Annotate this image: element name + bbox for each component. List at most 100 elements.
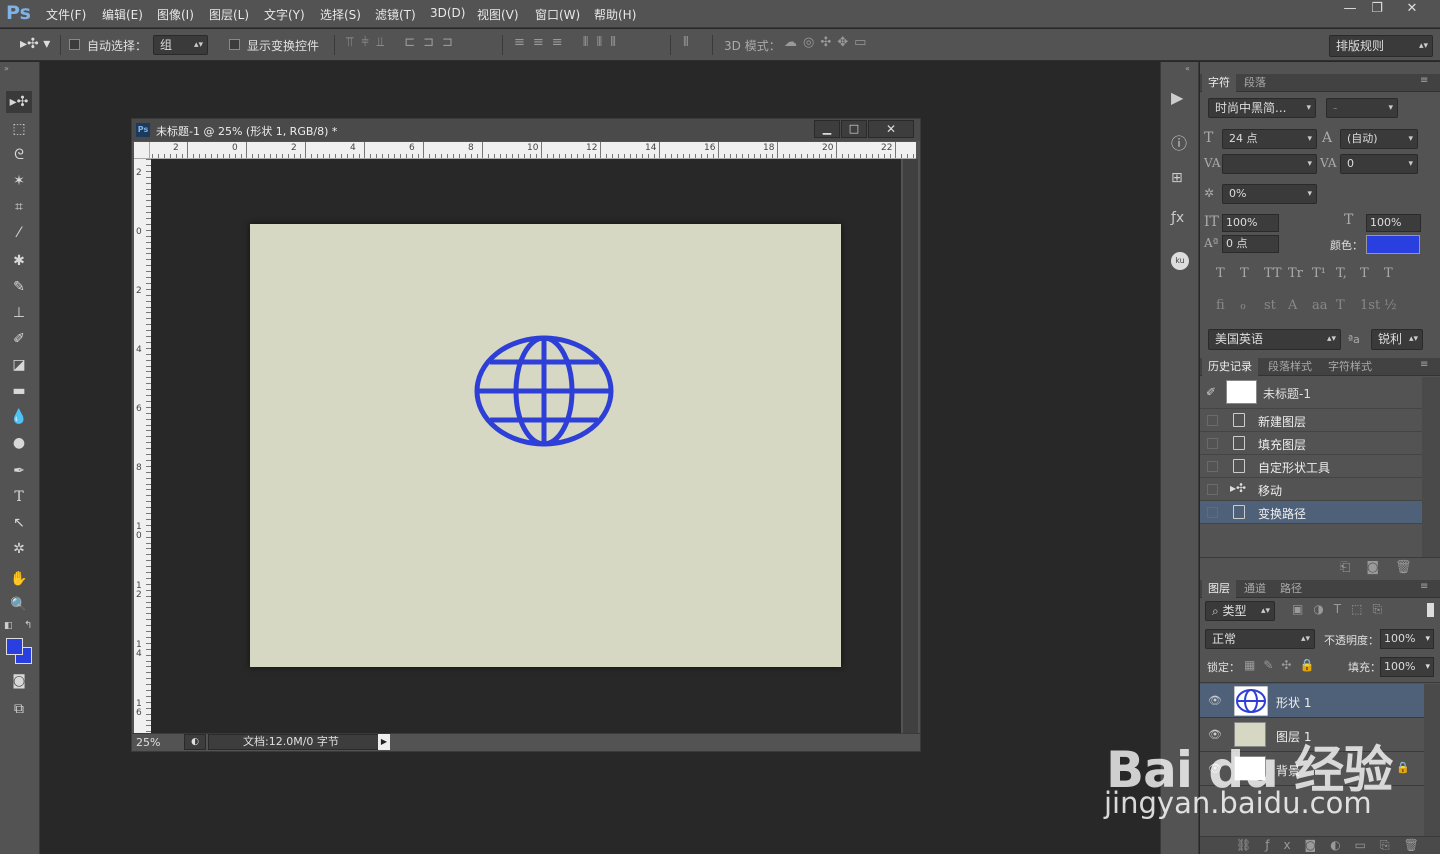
tab-paragraph-styles[interactable]: 段落样式 <box>1262 358 1318 376</box>
tab-history[interactable]: 历史记录 <box>1202 358 1258 376</box>
history-brush-icon[interactable]: ✐ <box>6 328 32 350</box>
share-icon[interactable]: ◐ <box>184 734 206 750</box>
menu-item-2[interactable]: 图像(I) <box>157 6 194 23</box>
dodge-tool-icon[interactable]: ● <box>6 432 32 454</box>
layer-filter-icons[interactable]: ▣◑T⬚⎘ <box>1292 602 1392 617</box>
history-item[interactable]: ▸✣ 移动 <box>1200 478 1422 501</box>
history-item[interactable]: 新建图层 <box>1200 409 1422 432</box>
menu-item-9[interactable]: 窗口(W) <box>535 6 580 23</box>
text-style-button-0[interactable]: T <box>1216 266 1225 281</box>
panel-menu-icon[interactable]: ≡ <box>1420 75 1428 86</box>
text-style-button-6[interactable]: T <box>1360 266 1369 281</box>
path-selection-icon[interactable]: ↖ <box>6 512 32 534</box>
text-style-button-5[interactable]: T, <box>1336 266 1347 281</box>
doc-close-button[interactable]: ✕ <box>868 120 914 138</box>
vertical-scale-input[interactable]: 100% <box>1222 214 1279 232</box>
document-canvas[interactable] <box>250 224 841 667</box>
styles-fx-icon[interactable]: ƒx <box>1171 210 1184 226</box>
auto-select-dropdown[interactable]: 组 ▴▾ <box>153 35 208 55</box>
status-menu-arrow-icon[interactable]: ▶ <box>378 734 390 750</box>
text-style-button-3[interactable]: Tr <box>1288 266 1303 281</box>
history-scrollbar[interactable] <box>1422 377 1440 557</box>
history-item[interactable]: 变换路径 <box>1200 501 1422 524</box>
font-style-dropdown[interactable]: - ▾ <box>1326 98 1398 118</box>
pen-tool-icon[interactable]: ✒ <box>6 460 32 482</box>
antialias-dropdown[interactable]: 锐利 ▴▾ <box>1371 329 1423 350</box>
collapse-dock-icon[interactable]: « <box>1185 64 1190 73</box>
history-item[interactable]: 自定形状工具 <box>1200 455 1422 478</box>
collapse-toolbar-icon[interactable]: » <box>4 64 9 73</box>
actions-play-icon[interactable]: ▶ <box>1171 88 1183 107</box>
menu-item-7[interactable]: 3D(D) <box>430 6 465 20</box>
magic-wand-icon[interactable]: ✶ <box>6 170 32 192</box>
close-button[interactable]: ✕ <box>1397 0 1427 18</box>
visibility-eye-icon[interactable]: 👁 <box>1208 694 1222 707</box>
custom-shape-icon[interactable]: ✲ <box>6 538 32 560</box>
document-title-bar[interactable]: Ps 未标题-1 @ 25% (形状 1, RGB/8) * ▁ □ ✕ <box>132 119 920 141</box>
history-snapshot[interactable]: ✐ 未标题-1 <box>1200 377 1422 409</box>
eraser-tool-icon[interactable]: ◪ <box>6 354 32 376</box>
layers-scrollbar[interactable] <box>1424 684 1440 840</box>
align-buttons[interactable]: ⫪⫩⫫ ⊏⊐⊐ <box>346 35 461 50</box>
history-menu-icon[interactable]: ≡ <box>1420 359 1428 370</box>
text-style-button-7[interactable]: T <box>1384 266 1393 281</box>
layout-rule-dropdown[interactable]: 排版规则 ▴▾ <box>1329 35 1433 57</box>
font-family-dropdown[interactable]: 时尚中黑简... ▾ <box>1208 98 1316 118</box>
tab-layers[interactable]: 图层 <box>1202 580 1236 598</box>
tab-paragraph[interactable]: 段落 <box>1238 74 1272 92</box>
move-tool-icon[interactable]: ▸✣ <box>6 91 32 113</box>
layers-menu-icon[interactable]: ≡ <box>1420 581 1428 592</box>
opentype-button-7[interactable]: ½ <box>1384 298 1397 313</box>
kuler-icon[interactable]: ku <box>1171 252 1189 270</box>
distribute-buttons[interactable]: ≡≡≡ ⦀⦀⦀ <box>514 35 624 50</box>
eyedropper-icon[interactable]: ⁄ <box>6 222 32 244</box>
filter-toggle-icon[interactable] <box>1427 603 1434 617</box>
screen-mode-icon[interactable]: ⧉ <box>6 698 32 720</box>
default-colors-icon[interactable]: ◧ <box>4 621 13 631</box>
tab-character[interactable]: 字符 <box>1202 74 1236 92</box>
brush-tool-icon[interactable]: ✎ <box>6 276 32 298</box>
3d-mode-icons[interactable]: ☁◎✣✥▭ <box>784 35 872 50</box>
layer-action-icons[interactable]: ⛓ƒx◙◐▭⎘🗑 <box>1236 838 1433 853</box>
auto-select-checkbox[interactable] <box>69 39 80 50</box>
menu-item-8[interactable]: 视图(V) <box>477 6 519 23</box>
fill-input[interactable]: 100% ▾ <box>1380 657 1434 677</box>
menu-item-6[interactable]: 滤镜(T) <box>375 6 416 23</box>
history-item[interactable]: 填充图层 <box>1200 432 1422 455</box>
tab-channels[interactable]: 通道 <box>1238 580 1272 598</box>
lock-icons[interactable]: ▦✎✣🔒 <box>1244 658 1322 672</box>
doc-maximize-button[interactable]: □ <box>841 120 867 138</box>
zoom-level[interactable]: 25% <box>136 736 160 749</box>
blur-tool-icon[interactable]: 💧 <box>6 406 32 428</box>
quick-mask-icon[interactable]: ◙ <box>6 670 32 692</box>
opentype-button-0[interactable]: fi <box>1216 298 1225 313</box>
opacity-input[interactable]: 100% ▾ <box>1380 629 1434 649</box>
globe-shape[interactable] <box>474 335 614 447</box>
text-style-button-2[interactable]: TT <box>1264 266 1282 281</box>
crop-tool-icon[interactable]: ⌗ <box>6 196 32 218</box>
menu-item-3[interactable]: 图层(L) <box>209 6 249 23</box>
layer-row[interactable]: 👁 形状 1 <box>1200 684 1424 718</box>
baseline-shift-input[interactable]: 0 点 <box>1222 235 1279 253</box>
lasso-tool-icon[interactable]: ᘓ <box>6 144 32 166</box>
type-tool-icon[interactable]: T <box>6 486 32 508</box>
hand-tool-icon[interactable]: ✋ <box>6 568 32 590</box>
text-color-swatch[interactable] <box>1366 235 1420 254</box>
marquee-tool-icon[interactable]: ⬚ <box>6 118 32 140</box>
swatches-grid-icon[interactable]: ⊞ <box>1171 170 1183 186</box>
menu-item-5[interactable]: 选择(S) <box>320 6 361 23</box>
foreground-color-swatch[interactable] <box>6 638 23 655</box>
stamp-tool-icon[interactable]: ⊥ <box>6 302 32 324</box>
auto-align-icon[interactable]: ⦀ <box>683 35 689 50</box>
text-style-button-4[interactable]: T¹ <box>1312 266 1326 281</box>
menu-item-0[interactable]: 文件(F) <box>46 6 86 23</box>
zoom-tool-icon[interactable]: 🔍 <box>6 594 32 616</box>
vertical-scrollbar[interactable] <box>903 159 918 734</box>
move-tool-preset-icon[interactable]: ▸✣ ▾ <box>20 36 50 52</box>
font-size-dropdown[interactable]: 24 点 ▾ <box>1222 129 1317 149</box>
history-brush-source-icon[interactable]: ✐ <box>1206 385 1216 399</box>
tsume-dropdown[interactable]: 0% ▾ <box>1222 184 1317 204</box>
tracking-dropdown[interactable]: 0 ▾ <box>1340 154 1418 174</box>
kerning-dropdown[interactable]: ▾ <box>1222 154 1317 174</box>
menu-item-10[interactable]: 帮助(H) <box>594 6 636 23</box>
